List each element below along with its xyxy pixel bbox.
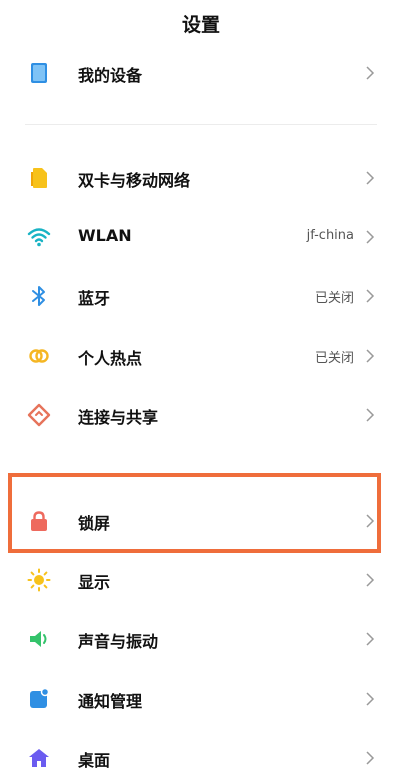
notification-icon (30, 687, 50, 708)
settings-item-label: 连接与共享 (78, 408, 159, 427)
chevron-right-icon (366, 573, 375, 587)
settings-item-value: 已关闭 (314, 291, 354, 306)
chevron-right-icon (366, 751, 375, 765)
settings-item-hotspot[interactable]: 个人热点 已关闭 (0, 334, 402, 378)
settings-item-label: 个人热点 (78, 349, 143, 368)
settings-item-my-device[interactable]: 我的设备 (0, 51, 402, 95)
chevron-right-icon (366, 632, 375, 646)
connection-share-icon (27, 403, 51, 427)
chevron-right-icon (366, 692, 375, 706)
highlight-box (8, 473, 381, 553)
section-divider (25, 124, 377, 125)
chevron-right-icon (366, 408, 375, 422)
chevron-right-icon (366, 349, 375, 363)
settings-item-value: 已关闭 (314, 351, 354, 366)
display-sun-icon (27, 568, 51, 592)
wifi-icon (27, 228, 51, 247)
sound-icon (30, 631, 47, 647)
settings-item-label: 桌面 (78, 751, 111, 770)
settings-item-display[interactable]: 显示 (0, 558, 402, 602)
settings-item-label: 蓝牙 (78, 289, 111, 308)
chevron-right-icon (366, 171, 375, 185)
settings-item-notifications[interactable]: 通知管理 (0, 677, 402, 721)
settings-item-label: 显示 (78, 573, 111, 592)
chevron-right-icon (366, 289, 375, 303)
home-icon (29, 749, 49, 767)
settings-item-bluetooth[interactable]: 蓝牙 已关闭 (0, 274, 402, 318)
device-icon (31, 63, 47, 83)
settings-item-label: 我的设备 (78, 66, 143, 85)
settings-item-home-screen[interactable]: 桌面 (0, 736, 402, 780)
settings-item-label: WLAN (78, 226, 132, 245)
chevron-right-icon (366, 230, 375, 244)
sim-card-icon (31, 168, 47, 188)
page-title: 设置 (181, 14, 220, 36)
settings-item-sound-vibration[interactable]: 声音与振动 (0, 617, 402, 661)
settings-item-label: 双卡与移动网络 (78, 171, 191, 190)
bluetooth-icon (32, 286, 45, 306)
settings-item-connection-share[interactable]: 连接与共享 (0, 393, 402, 437)
settings-item-label: 声音与振动 (78, 632, 159, 651)
settings-item-wlan[interactable]: WLAN jf-china (0, 215, 402, 259)
hotspot-icon (29, 349, 49, 363)
settings-item-label: 通知管理 (78, 692, 143, 711)
settings-item-dual-sim[interactable]: 双卡与移动网络 (0, 156, 402, 200)
settings-item-value: jf-china (306, 228, 354, 243)
chevron-right-icon (366, 66, 375, 80)
